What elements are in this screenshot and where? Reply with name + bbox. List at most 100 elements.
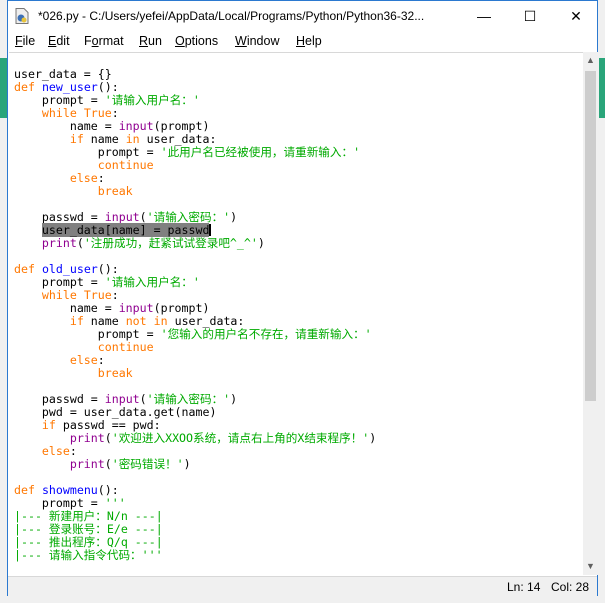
selected-text: user_data[name] = passwd [41,223,210,237]
code-token: : [69,444,77,458]
code-token: prompt = [14,327,161,341]
keyword-token: break [97,366,133,380]
code-token: : [111,288,119,302]
code-token: (): [97,262,119,276]
menu-file[interactable]: File [15,34,35,48]
idle-editor-window: *026.py - C:/Users/yefei/AppData/Local/P… [7,0,598,597]
code-token: name [83,132,126,146]
menu-accel: W [235,34,247,48]
string-token: '请输入用户名：' [104,93,200,107]
keyword-token: else [41,444,70,458]
menu-label: ile [22,34,36,48]
code-token: ) [257,236,265,250]
code-line[interactable]: print('密码错误！') [14,458,376,471]
string-token: |--- 新建用户：N/n ---| [14,509,163,523]
code-token: name [83,314,126,328]
cursor-column: Col: 28 [551,580,590,594]
builtin-token: print [69,457,105,471]
keyword-token: while [41,106,77,120]
vertical-scrollbar[interactable]: ▲ ▼ [583,52,598,575]
cursor-line: Ln: 14 [507,580,541,594]
code-token: ) [230,392,238,406]
keyword-token: True [83,288,112,302]
string-token: '请输入密码：' [146,210,231,224]
builtin-token: input [118,119,154,133]
menu-label: rmat [98,34,124,48]
builtin-token: input [118,301,154,315]
code-token: ) [369,431,377,445]
code-token: name = [14,119,119,133]
menu-format[interactable]: Format [84,34,124,48]
scroll-up-button[interactable]: ▲ [583,52,598,69]
code-token: prompt = [14,496,105,510]
code-token: name = [14,301,119,315]
menu-window[interactable]: Window [235,34,279,48]
menu-label: F [84,34,92,48]
string-token: '您输入的用户名不存在，请重新输入：' [160,327,372,341]
close-button[interactable]: ✕ [553,1,599,31]
builtin-token: input [104,392,140,406]
code-token: ( [139,210,147,224]
string-token: '请输入用户名：' [104,275,200,289]
menu-accel: R [139,34,149,48]
scrollbar-thumb[interactable] [585,71,596,401]
code-line[interactable]: print('注册成功，赶紧试试登录吧^_^') [14,237,376,250]
code-token: user_data = {} [14,67,112,81]
chevron-up-icon: ▲ [586,55,595,65]
menu-edit[interactable]: Edit [48,34,70,48]
code-line[interactable]: |--- 请输入指令代码：''' [14,549,376,562]
code-token: ( [76,236,84,250]
keyword-token: break [97,184,133,198]
string-token: '欢迎进入XXOO系统，请点右上角的X结束程序！' [111,431,370,445]
maximize-button[interactable]: ☐ [507,1,553,31]
minimize-button[interactable]: — [461,1,507,31]
builtin-token: print [41,236,77,250]
scroll-down-button[interactable]: ▼ [583,558,598,575]
string-token: |--- 推出程序：Q/q ---| [14,535,163,549]
code-token: user_data: [139,132,217,146]
menu-help[interactable]: Help [296,34,322,48]
code-text[interactable]: user_data = {} def new_user(): prompt = '… [14,68,376,562]
string-token: '请输入密码：' [146,392,231,406]
minimize-icon: — [477,8,491,24]
close-icon: ✕ [570,7,582,24]
code-line[interactable]: break [14,185,376,198]
string-token: |--- 请输入指令代码：''' [14,548,163,562]
code-token: ( [139,392,147,406]
definition-name-token: showmenu [41,483,98,497]
string-token: '密码错误！' [111,457,184,471]
keyword-token: def [14,262,35,276]
menu-accel: O [175,34,185,48]
menu-run[interactable]: Run [139,34,162,48]
code-token: : [97,353,105,367]
definition-name-token: old_user [41,262,98,276]
menu-options[interactable]: Options [175,34,218,48]
menu-accel: F [15,34,23,48]
code-line[interactable]: break [14,367,376,380]
code-token: passwd == pwd: [55,418,161,432]
code-token: user_data: [167,314,245,328]
keyword-token: if [69,314,84,328]
code-editor[interactable]: user_data = {} def new_user(): prompt = '… [9,52,583,576]
title-bar[interactable]: *026.py - C:/Users/yefei/AppData/Local/P… [8,1,597,31]
menu-label: un [148,34,162,48]
code-token: (prompt) [153,119,210,133]
keyword-token: while [41,288,77,302]
code-token: prompt = [14,145,161,159]
